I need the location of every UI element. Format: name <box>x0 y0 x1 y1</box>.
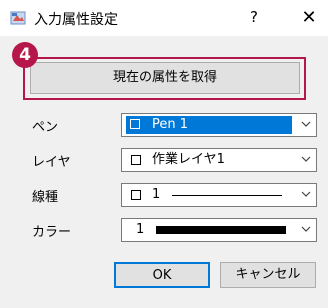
layer-value: 作業レイヤ1 <box>152 152 225 167</box>
color-value: 1 <box>136 222 145 237</box>
app-icon <box>10 11 26 25</box>
ok-button[interactable]: OK <box>114 262 210 288</box>
step-badge: 4 <box>12 42 38 68</box>
chevron-down-icon[interactable] <box>300 117 312 131</box>
linetype-label: 線種 <box>32 190 59 205</box>
linetype-value: 1 <box>152 187 161 202</box>
window-title: 入力属性設定 <box>34 12 118 28</box>
color-swatch <box>156 226 286 234</box>
layer-label: レイヤ <box>32 155 71 170</box>
step-highlight-frame <box>23 57 306 100</box>
linetype-preview-line <box>172 195 282 196</box>
pen-value: Pen 1 <box>152 117 189 132</box>
help-button[interactable]: ? <box>250 8 258 26</box>
checkbox-icon <box>131 155 141 165</box>
color-label: カラー <box>32 225 72 240</box>
cancel-button[interactable]: キャンセル <box>220 262 316 288</box>
pen-selected-item: Pen 1 <box>126 116 292 134</box>
title-bar: 入力属性設定 ? ✕ <box>0 0 328 36</box>
chevron-down-icon[interactable] <box>300 152 312 166</box>
close-button[interactable]: ✕ <box>294 3 324 33</box>
checkbox-icon <box>130 119 140 129</box>
pen-label: ペン <box>32 120 59 135</box>
chevron-down-icon[interactable] <box>300 222 312 236</box>
chevron-down-icon[interactable] <box>300 187 312 201</box>
color-select[interactable]: 1 <box>121 218 317 242</box>
checkbox-icon <box>131 190 141 200</box>
layer-select[interactable]: 作業レイヤ1 <box>121 148 317 172</box>
pen-select[interactable]: Pen 1 <box>121 113 317 137</box>
linetype-select[interactable]: 1 <box>121 183 317 207</box>
